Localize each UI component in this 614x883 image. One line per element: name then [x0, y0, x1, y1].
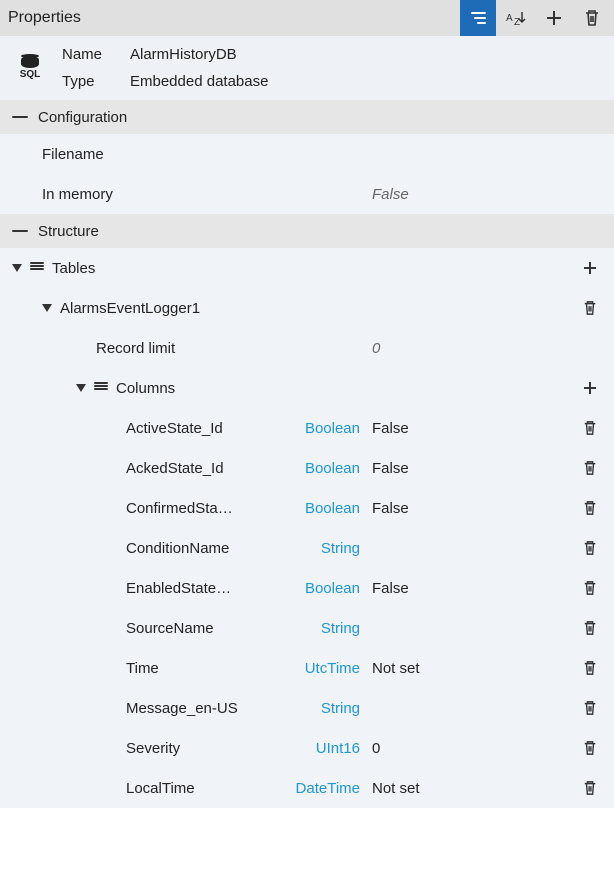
delete-column-button[interactable]: [574, 780, 606, 796]
collapse-icon: [12, 116, 28, 118]
column-value[interactable]: Not set: [372, 660, 574, 677]
section-label: Configuration: [38, 109, 127, 126]
inmemory-row[interactable]: In memory False: [0, 174, 614, 214]
column-type[interactable]: String: [272, 700, 372, 717]
delete-button[interactable]: [574, 0, 610, 36]
object-summary: SQL Name AlarmHistoryDB Type Embedded da…: [0, 36, 614, 100]
inmemory-value[interactable]: False: [372, 186, 574, 203]
delete-column-button[interactable]: [574, 620, 606, 636]
name-label: Name: [62, 46, 114, 63]
column-value[interactable]: False: [372, 580, 574, 597]
add-button[interactable]: [536, 0, 572, 36]
delete-column-button[interactable]: [574, 500, 606, 516]
columns-icon: [94, 382, 108, 394]
column-row[interactable]: EnabledState… Boolean False: [0, 568, 614, 608]
column-type[interactable]: Boolean: [272, 580, 372, 597]
column-value[interactable]: 0: [372, 740, 574, 757]
column-type[interactable]: String: [272, 540, 372, 557]
column-name: SourceName: [126, 620, 214, 637]
type-value: Embedded database: [130, 73, 268, 90]
table-row[interactable]: AlarmsEventLogger1: [0, 288, 614, 328]
delete-column-button[interactable]: [574, 740, 606, 756]
column-type[interactable]: Boolean: [272, 500, 372, 517]
column-row[interactable]: SourceName String: [0, 608, 614, 648]
column-value[interactable]: Not set: [372, 780, 574, 797]
type-label: Type: [62, 73, 114, 90]
column-row[interactable]: ConditionName String: [0, 528, 614, 568]
add-table-button[interactable]: [574, 260, 606, 276]
expand-icon[interactable]: [12, 264, 22, 272]
column-type[interactable]: Boolean: [272, 420, 372, 437]
delete-table-button[interactable]: [574, 300, 606, 316]
column-name: Time: [126, 660, 159, 677]
add-column-button[interactable]: [574, 380, 606, 396]
column-row[interactable]: ConfirmedSta… Boolean False: [0, 488, 614, 528]
delete-column-button[interactable]: [574, 580, 606, 596]
properties-header: Properties A Z: [0, 0, 614, 36]
column-type[interactable]: Boolean: [272, 460, 372, 477]
column-type[interactable]: UtcTime: [272, 660, 372, 677]
svg-text:A: A: [506, 13, 513, 24]
group-mode-button[interactable]: [460, 0, 496, 36]
column-name: EnabledState…: [126, 580, 231, 597]
expand-icon[interactable]: [42, 304, 52, 312]
delete-column-button[interactable]: [574, 460, 606, 476]
panel-title: Properties: [8, 9, 460, 27]
tables-row[interactable]: Tables: [0, 248, 614, 288]
column-row[interactable]: LocalTime DateTime Not set: [0, 768, 614, 808]
delete-column-button[interactable]: [574, 700, 606, 716]
toolbar: A Z: [460, 0, 614, 36]
columns-label: Columns: [116, 380, 175, 397]
collapse-icon: [12, 230, 28, 232]
delete-column-button[interactable]: [574, 540, 606, 556]
column-type[interactable]: String: [272, 620, 372, 637]
column-type[interactable]: UInt16: [272, 740, 372, 757]
name-value[interactable]: AlarmHistoryDB: [130, 46, 237, 63]
column-type[interactable]: DateTime: [272, 780, 372, 797]
column-row[interactable]: Message_en-US String: [0, 688, 614, 728]
tables-label: Tables: [52, 260, 95, 277]
column-row[interactable]: Time UtcTime Not set: [0, 648, 614, 688]
column-value[interactable]: False: [372, 460, 574, 477]
record-limit-label: Record limit: [96, 340, 175, 357]
column-value[interactable]: False: [372, 500, 574, 517]
database-sql-icon: SQL: [12, 56, 48, 80]
filename-label: Filename: [42, 146, 104, 163]
column-name: AckedState_Id: [126, 460, 224, 477]
column-name: LocalTime: [126, 780, 195, 797]
columns-row[interactable]: Columns: [0, 368, 614, 408]
column-name: ActiveState_Id: [126, 420, 223, 437]
section-structure[interactable]: Structure: [0, 214, 614, 248]
record-limit-value[interactable]: 0: [372, 340, 574, 357]
column-value[interactable]: False: [372, 420, 574, 437]
column-name: ConditionName: [126, 540, 229, 557]
table-name: AlarmsEventLogger1: [60, 300, 200, 317]
expand-icon[interactable]: [76, 384, 86, 392]
sort-az-button[interactable]: A Z: [498, 0, 534, 36]
section-label: Structure: [38, 223, 99, 240]
delete-column-button[interactable]: [574, 420, 606, 436]
inmemory-label: In memory: [42, 186, 113, 203]
column-name: Severity: [126, 740, 180, 757]
svg-text:Z: Z: [514, 17, 520, 27]
column-row[interactable]: AckedState_Id Boolean False: [0, 448, 614, 488]
tables-icon: [30, 262, 44, 274]
record-limit-row[interactable]: Record limit 0: [0, 328, 614, 368]
column-name: Message_en-US: [126, 700, 238, 717]
column-row[interactable]: ActiveState_Id Boolean False: [0, 408, 614, 448]
column-name: ConfirmedSta…: [126, 500, 233, 517]
delete-column-button[interactable]: [574, 660, 606, 676]
column-row[interactable]: Severity UInt16 0: [0, 728, 614, 768]
filename-row[interactable]: Filename: [0, 134, 614, 174]
section-configuration[interactable]: Configuration: [0, 100, 614, 134]
